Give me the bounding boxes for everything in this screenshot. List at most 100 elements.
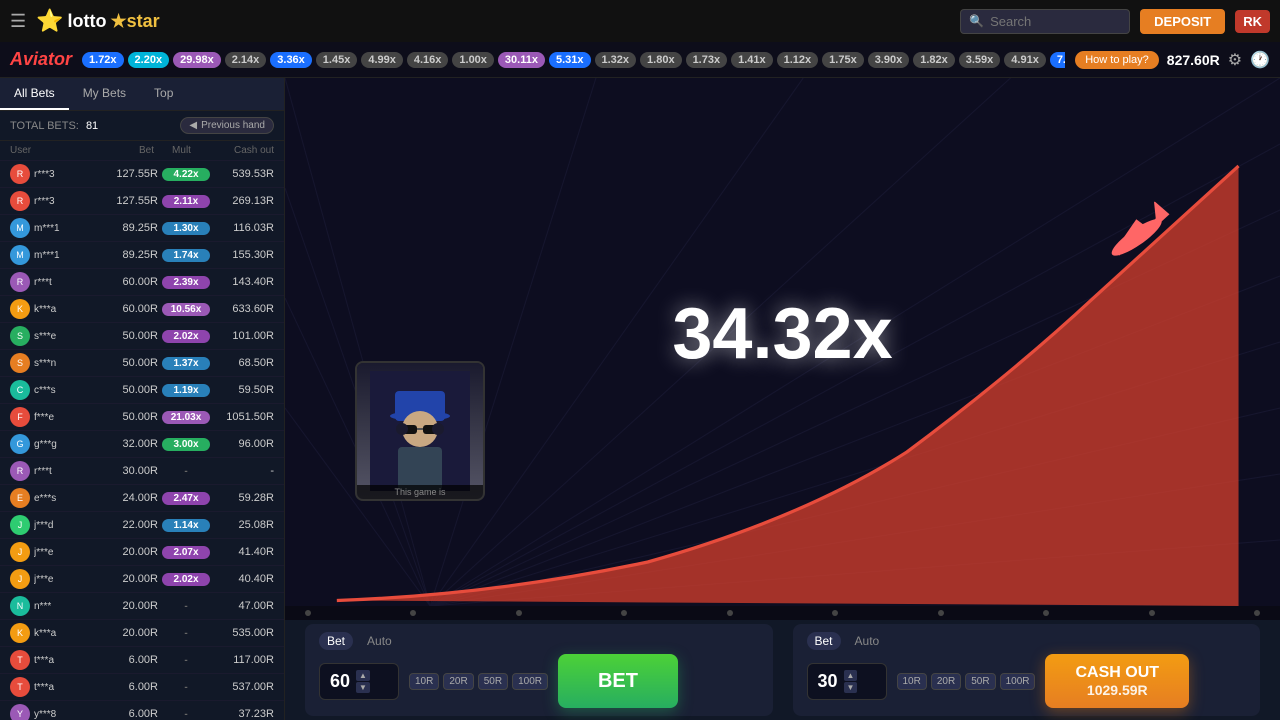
bet-avatar: J	[10, 515, 30, 535]
multiplier-badge[interactable]: 1.75x	[822, 52, 864, 68]
bet-cashout: 101.00R	[214, 330, 274, 342]
cashout-button[interactable]: CASH OUT 1029.59R	[1045, 654, 1189, 708]
prev-hand-button[interactable]: ◀ Previous hand	[180, 117, 274, 134]
bet-cashout: -	[214, 465, 274, 477]
bets-list: Rr***3127.55R4.22x539.53RRr***3127.55R2.…	[0, 161, 284, 720]
bet-amount: 24.00R	[74, 492, 158, 504]
bet-amount-box-2[interactable]: 30 ▲ ▼	[807, 663, 887, 700]
bet-amount: 50.00R	[74, 330, 158, 342]
bet-cashout: 155.30R	[214, 249, 274, 261]
deposit-button[interactable]: DEPOSIT	[1140, 9, 1225, 34]
multiplier-badge[interactable]: 1.41x	[731, 52, 773, 68]
multiplier-badge[interactable]: 2.14x	[225, 52, 267, 68]
quick-10r-1[interactable]: 10R	[409, 673, 439, 690]
bet-user: m***1	[34, 250, 74, 261]
bet-user: r***3	[34, 196, 74, 207]
bet-cashout: 537.00R	[214, 681, 274, 693]
bet-multiplier: 2.02x	[162, 573, 210, 586]
panel-1-row: 60 ▲ ▼ 10R 20R 50R 100R BET	[319, 654, 759, 708]
bet-row: Ss***e50.00R2.02x101.00R	[0, 323, 284, 350]
bet-multiplier: 1.14x	[162, 519, 210, 532]
quick-100r-2[interactable]: 100R	[1000, 673, 1036, 690]
tab-bet-1[interactable]: Bet	[319, 632, 353, 650]
quick-10r-2[interactable]: 10R	[897, 673, 927, 690]
multiplier-badge[interactable]: 3.59x	[959, 52, 1001, 68]
bets-tab-top[interactable]: Top	[140, 78, 187, 110]
multiplier-strip: 1.72x2.20x29.98x2.14x3.36x1.45x4.99x4.16…	[82, 52, 1065, 68]
settings-icon[interactable]: ⚙	[1228, 50, 1242, 70]
bet-avatar: S	[10, 353, 30, 373]
cashout-label: CASH OUT	[1075, 663, 1159, 682]
cashout-amount: 1029.59R	[1087, 682, 1148, 699]
multiplier-badge[interactable]: 1.82x	[913, 52, 955, 68]
quick-50r-1[interactable]: 50R	[478, 673, 508, 690]
bet-multiplier: -	[162, 600, 210, 613]
total-bets-label: TOTAL BETS: 81	[10, 120, 180, 132]
bet-user: t***a	[34, 655, 74, 666]
bet-cashout: 96.00R	[214, 438, 274, 450]
quick-20r-1[interactable]: 20R	[443, 673, 473, 690]
bet-amount: 20.00R	[74, 573, 158, 585]
search-box[interactable]: 🔍	[960, 9, 1130, 34]
multiplier-badge[interactable]: 2.20x	[128, 52, 170, 68]
tab-auto-1[interactable]: Auto	[359, 632, 400, 650]
hamburger-menu[interactable]: ☰	[10, 11, 26, 32]
stepper-down-2[interactable]: ▼	[844, 682, 858, 693]
bet-cashout: 117.00R	[214, 654, 274, 666]
history-icon[interactable]: 🕐	[1250, 50, 1270, 70]
multiplier-badge[interactable]: 1.45x	[316, 52, 358, 68]
bet-multiplier: 2.02x	[162, 330, 210, 343]
quick-btns-2: 10R 20R 50R 100R	[897, 673, 1036, 690]
tab-bet-2[interactable]: Bet	[807, 632, 841, 650]
top-nav: ☰ ⭐ lotto ★star 🔍 DEPOSIT RK	[0, 0, 1280, 42]
multiplier-badge[interactable]: 30.11x	[498, 52, 545, 68]
multiplier-badge[interactable]: 1.00x	[452, 52, 494, 68]
how-to-play-button[interactable]: How to play?	[1075, 51, 1159, 69]
multiplier-badge[interactable]: 4.99x	[361, 52, 403, 68]
bets-tab-all-bets[interactable]: All Bets	[0, 78, 69, 110]
bet-user: f***e	[34, 412, 74, 423]
multiplier-badge[interactable]: 29.98x	[173, 52, 221, 68]
multiplier-badge[interactable]: 3.90x	[868, 52, 910, 68]
multiplier-badge[interactable]: 1.80x	[640, 52, 682, 68]
search-input[interactable]	[990, 14, 1110, 29]
bet-cashout: 116.03R	[214, 222, 274, 234]
quick-50r-2[interactable]: 50R	[965, 673, 995, 690]
bet-panel-1: Bet Auto 60 ▲ ▼ 10R 20R 50R	[305, 624, 773, 716]
quick-100r-1[interactable]: 100R	[512, 673, 548, 690]
tab-auto-2[interactable]: Auto	[847, 632, 888, 650]
stepper-down-1[interactable]: ▼	[356, 682, 370, 693]
multiplier-badge[interactable]: 3.36x	[270, 52, 312, 68]
bet-amount-box-1[interactable]: 60 ▲ ▼	[319, 663, 399, 700]
multiplier-badge[interactable]: 1.73x	[686, 52, 728, 68]
stepper-up-1[interactable]: ▲	[356, 670, 370, 681]
bet-amount: 32.00R	[74, 438, 158, 450]
bet-amount: 89.25R	[74, 249, 158, 261]
quick-20r-2[interactable]: 20R	[931, 673, 961, 690]
multiplier-badge[interactable]: 1.72x	[82, 52, 124, 68]
bet-row: Ss***n50.00R1.37x68.50R	[0, 350, 284, 377]
stepper-1: ▲ ▼	[356, 670, 370, 693]
x-dot	[727, 610, 733, 616]
stepper-up-2[interactable]: ▲	[844, 670, 858, 681]
bet-amount: 127.55R	[74, 195, 158, 207]
bet-amount: 50.00R	[74, 357, 158, 369]
multiplier-badge[interactable]: 7.76x	[1050, 52, 1065, 68]
bet-button[interactable]: BET	[558, 654, 678, 708]
bet-user: g***g	[34, 439, 74, 450]
bet-user: j***e	[34, 547, 74, 558]
multiplier-badge[interactable]: 4.91x	[1004, 52, 1046, 68]
user-avatar[interactable]: RK	[1235, 10, 1270, 33]
bet-multiplier: -	[162, 465, 210, 478]
multiplier-badge[interactable]: 1.32x	[595, 52, 637, 68]
multiplier-badge[interactable]: 5.31x	[549, 52, 591, 68]
bets-tab-my-bets[interactable]: My Bets	[69, 78, 140, 110]
bet-row: Yy***86.00R-37.23R	[0, 701, 284, 720]
bet-cashout: 25.08R	[214, 519, 274, 531]
bet-row: Kk***a20.00R-535.00R	[0, 620, 284, 647]
multiplier-badge[interactable]: 1.12x	[777, 52, 819, 68]
multiplier-badge[interactable]: 4.16x	[407, 52, 449, 68]
bet-user: c***s	[34, 385, 74, 396]
bet-amount: 30.00R	[74, 465, 158, 477]
search-icon: 🔍	[969, 14, 984, 28]
